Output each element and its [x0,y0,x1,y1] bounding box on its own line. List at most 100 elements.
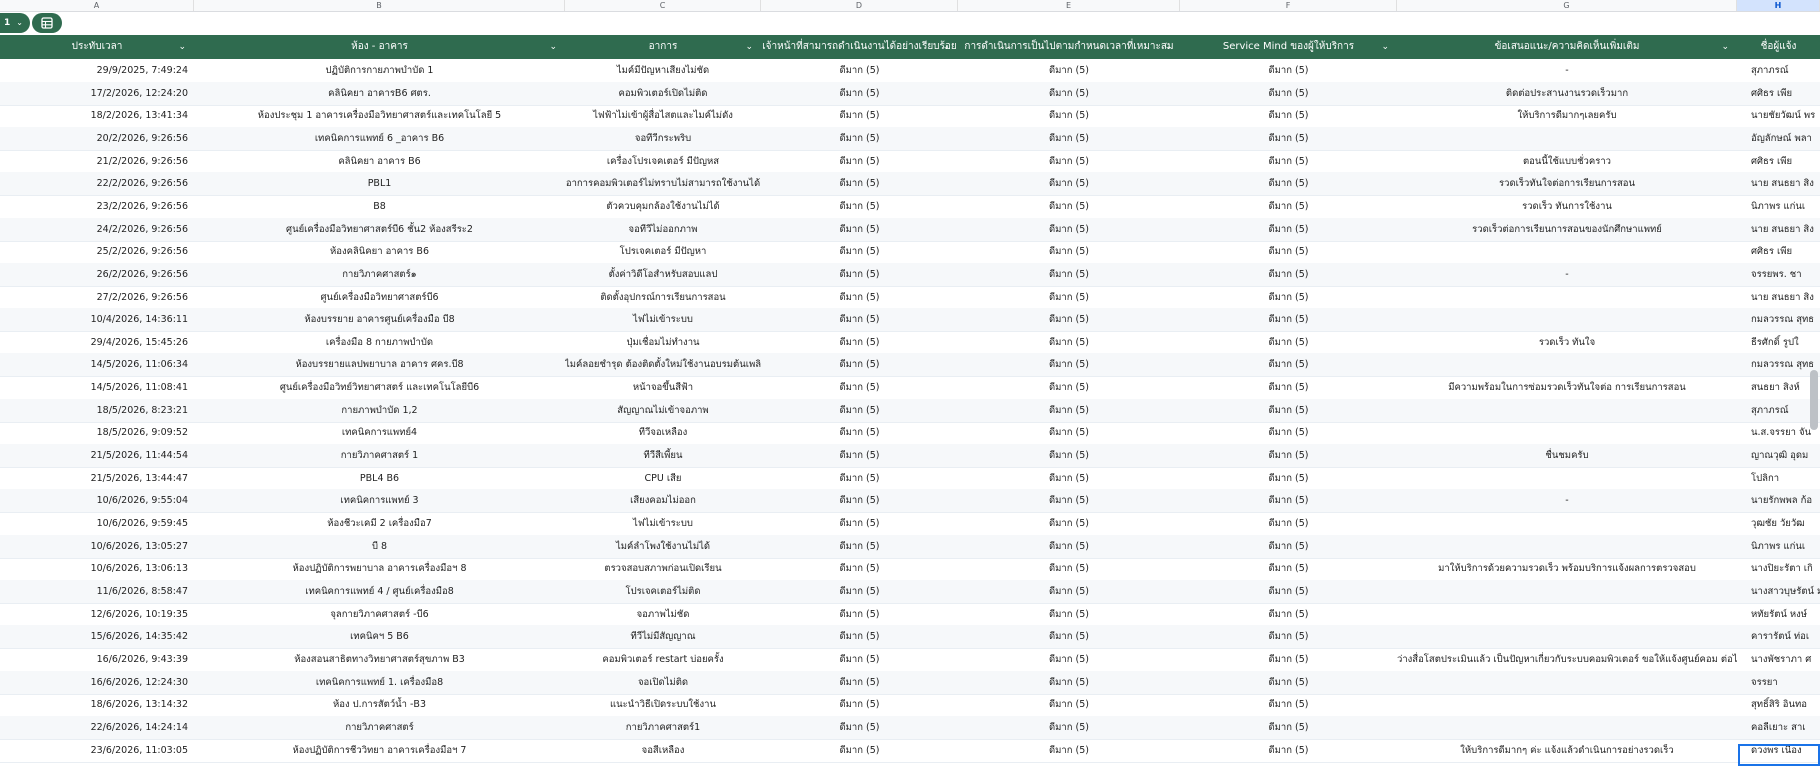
table-cell[interactable]: ห้อง ป.การสัตว์น้ำ -B3 [194,693,565,716]
table-cell[interactable]: จอเปิดไม่ติด [565,671,761,694]
table-cell[interactable] [1397,580,1737,603]
table-cell[interactable]: ดีมาก (5) [1180,127,1397,150]
table-cell[interactable]: ศศิธร เพีย [1737,150,1820,173]
vertical-scrollbar[interactable] [1810,370,1818,430]
table-cell[interactable]: ดีมาก (5) [761,331,958,354]
table-cell[interactable]: 18/5/2026, 9:09:52 [0,421,194,444]
table-cell[interactable]: กายวิภาคศาสตร์ 1 [194,444,565,467]
table-cell[interactable]: 23/2/2026, 9:26:56 [0,195,194,218]
table-cell[interactable]: ดีมาก (5) [761,467,958,490]
table-cell[interactable]: ดีมาก (5) [1180,421,1397,444]
column-header-4[interactable]: เจ้าหน้าที่สามารถดำเนินงานได้อย่างเรียบร… [761,35,958,59]
table-cell[interactable]: ดีมาก (5) [1180,399,1397,422]
table-cell[interactable]: ดีมาก (5) [1180,557,1397,580]
table-cell[interactable]: ดีมาก (5) [958,104,1180,127]
table-cell[interactable]: นางปิยะรัตา เกิ [1737,557,1820,580]
table-cell[interactable]: นาย สนธยา สิง [1737,172,1820,195]
table-cell[interactable]: 20/2/2026, 9:26:56 [0,127,194,150]
table-cell[interactable]: กายภาพบำบัด 1,2 [194,399,565,422]
table-cell[interactable]: ดีมาก (5) [958,308,1180,331]
table-cell[interactable]: นายรักพพล ก้อ [1737,489,1820,512]
table-cell[interactable]: ดีมาก (5) [1180,512,1397,535]
table-cell[interactable]: ศูนย์เครื่องมือวิทยาศาสตร์บี6 [194,286,565,309]
table-cell[interactable]: โปรเจคเตอร์ มีปัญหา [565,240,761,263]
table-cell[interactable]: ดีมาก (5) [761,308,958,331]
table-cell[interactable]: ดีมาก (5) [1180,671,1397,694]
table-cell[interactable]: วุฒชัย วัยวัฒ [1737,512,1820,535]
table-cell[interactable]: - [1397,59,1737,82]
table-cell[interactable]: ดีมาก (5) [761,353,958,376]
table-cell[interactable]: จอทีวีกระพริบ [565,127,761,150]
table-cell[interactable]: กายวิภาคศาสตร์ [194,716,565,739]
table-cell[interactable]: ดีมาก (5) [958,82,1180,105]
table-cell[interactable]: ดีมาก (5) [958,240,1180,263]
table-cell[interactable]: ตัวควบคุมกล้องใช้งานไม่ได้ [565,195,761,218]
table-cell[interactable] [1397,716,1737,739]
table-cell[interactable]: 17/2/2026, 12:24:20 [0,82,194,105]
table-cell[interactable]: รวดเร็วต่อการเรียนการสอนของนักศึกษาแพทย์ [1397,218,1737,241]
table-cell[interactable]: ดีมาก (5) [1180,104,1397,127]
table-cell[interactable]: ดีมาก (5) [1180,580,1397,603]
table-cell[interactable]: คลินิคยา อาคารB6 ศตร. [194,82,565,105]
table-cell[interactable]: ทีวีจอเหลือง [565,421,761,444]
table-view-button[interactable] [32,13,62,33]
table-cell[interactable]: ดีมาก (5) [761,150,958,173]
table-cell[interactable]: ดีมาก (5) [761,59,958,82]
table-cell[interactable]: PBL4 B6 [194,467,565,490]
column-header-8[interactable]: ชื่อผู้แจ้ง [1737,35,1820,59]
table-cell[interactable]: น.ส.จรรยา จัน [1737,421,1820,444]
table-cell[interactable]: ดีมาก (5) [1180,489,1397,512]
column-letter-f[interactable]: F [1180,0,1397,11]
table-cell[interactable]: รวดเร็วทันใจต่อการเรียนการสอน [1397,172,1737,195]
table-cell[interactable]: ดีมาก (5) [958,195,1180,218]
table-cell[interactable]: 22/2/2026, 9:26:56 [0,172,194,195]
table-cell[interactable]: ดีมาก (5) [761,218,958,241]
table-cell[interactable]: กมลวรรณ สุทธ [1737,308,1820,331]
table-cell[interactable]: ดีมาก (5) [761,671,958,694]
table-cell[interactable]: 26/2/2026, 9:26:56 [0,263,194,286]
table-cell[interactable]: - [1397,263,1737,286]
table-cell[interactable] [1397,308,1737,331]
table-cell[interactable]: ห้องปฏิบัติการชีววิทยา อาคารเครื่องมือฯ … [194,739,565,762]
table-cell[interactable]: ดีมาก (5) [1180,82,1397,105]
table-cell[interactable]: กายวิภาคศาสตร์1 [565,716,761,739]
table-cell[interactable]: 12/6/2026, 10:19:35 [0,603,194,626]
table-cell[interactable]: ญาณวุฒิ อุดม [1737,444,1820,467]
table-cell[interactable]: สนธยา สิงห์ [1737,376,1820,399]
table-cell[interactable]: 18/6/2026, 13:14:32 [0,693,194,716]
column-header-5[interactable]: การดำเนินการเป็นไปตามกำหนดเวลาที่เหมาะสม… [958,35,1180,59]
table-cell[interactable]: เทคนิคการแพทย์ 4 / ศูนย์เครื่องมือ8 [194,580,565,603]
table-cell[interactable]: 10/6/2026, 9:55:04 [0,489,194,512]
table-cell[interactable] [1397,286,1737,309]
table-cell[interactable]: ดีมาก (5) [958,263,1180,286]
table-cell[interactable]: ตรวจสอบสภาพก่อนเปิดเรียน [565,557,761,580]
table-cell[interactable]: โปรเจคเตอร์ไม่ติด [565,580,761,603]
table-cell[interactable]: ดีมาก (5) [761,104,958,127]
table-cell[interactable]: ดีมาก (5) [761,739,958,762]
table-cell[interactable]: ดีมาก (5) [761,648,958,671]
table-cell[interactable]: ดีมาก (5) [958,625,1180,648]
table-cell[interactable]: ดีมาก (5) [1180,535,1397,558]
table-cell[interactable]: ดีมาก (5) [958,557,1180,580]
table-cell[interactable]: ดีมาก (5) [1180,172,1397,195]
table-cell[interactable]: คอลีเยาะ สาเ [1737,716,1820,739]
table-cell[interactable]: 16/6/2026, 12:24:30 [0,671,194,694]
column-header-7[interactable]: ข้อเสนอแนะ/ความคิดเห็นเพิ่มเติม ⌄ [1397,35,1737,59]
table-cell[interactable]: 23/6/2026, 11:03:05 [0,739,194,762]
column-letter-c[interactable]: C [565,0,761,11]
chevron-down-icon[interactable]: ⌄ [745,35,753,59]
table-cell[interactable]: เทคนิคการแพทย์ 3 [194,489,565,512]
table-cell[interactable] [1397,399,1737,422]
table-cell[interactable]: ดีมาก (5) [1180,263,1397,286]
table-cell[interactable]: ดีมาก (5) [958,512,1180,535]
table-cell[interactable]: ดีมาก (5) [958,376,1180,399]
table-cell[interactable]: ดีมาก (5) [1180,240,1397,263]
table-cell[interactable]: ชื่นชมครับ [1397,444,1737,467]
table-cell[interactable]: เทคนิคฯ 5 B6 [194,625,565,648]
table-cell[interactable]: นาย สนธยา สิง [1737,218,1820,241]
table-cell[interactable]: อาการคอมพิวเตอร์ไม่ทราบไม่สามารถใช้งานได… [565,172,761,195]
table-cell[interactable] [1397,603,1737,626]
table-cell[interactable]: ดีมาก (5) [1180,218,1397,241]
table-cell[interactable]: ให้บริการดีมากๆ ค่ะ แจ้งแล้วดำเนินการอย่… [1397,739,1737,762]
table-cell[interactable]: นิภาพร แก่นเ [1737,535,1820,558]
